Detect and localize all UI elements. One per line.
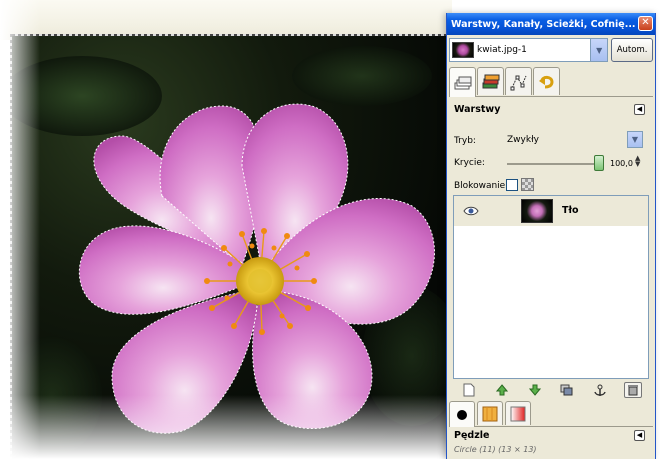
pattern-tab-icon[interactable] [477,401,503,425]
opacity-slider-track[interactable] [507,163,599,165]
brushes-panel: Pędzle ◀ Circle (11) (13 × 13) [449,427,653,459]
image-canvas[interactable] [0,0,452,459]
chevron-down-icon[interactable]: ▼ [627,131,643,148]
layers-tab-icon[interactable] [449,67,476,97]
panel-menu-icon[interactable]: ◀ [634,104,645,115]
lock-label: Blokowanie: [454,181,509,191]
duplicate-layer-icon[interactable] [558,382,576,398]
dock-title: Warstwy, Kanały, Ścieżki, Cofnię... [451,18,635,30]
brush-tab-icon[interactable] [449,401,475,427]
auto-button[interactable]: Autom. [611,38,653,62]
spin-arrows-icon[interactable]: ▲ ▼ [635,155,640,168]
image-selector-row: kwiat.jpg-1 ▼ Autom. [449,37,653,63]
layer-name[interactable]: Tło [562,205,579,216]
opacity-slider-thumb[interactable] [594,155,604,171]
brush-info: Circle (11) (13 × 13) [454,445,537,454]
new-layer-icon[interactable] [460,382,478,398]
lower-layer-icon[interactable] [526,382,544,398]
gradient-tab-icon[interactable] [505,401,531,425]
undo-tab-icon[interactable] [533,67,560,95]
paths-tab-icon[interactable] [505,67,532,95]
raise-layer-icon[interactable] [493,382,511,398]
brushes-panel-title: Pędzle [454,430,490,441]
layer-thumbnail [521,199,553,223]
layers-dock-window: Warstwy, Kanały, Ścieżki, Cofnię... ✕ kw… [446,13,656,459]
layers-panel: Warstwy ◀ Tryb: Zwykły ▼ Krycie: 100,0 ▲… [449,99,653,399]
canvas-left-fade [0,0,40,459]
opacity-label: Krycie: [454,158,485,168]
brush-tabs [449,401,653,427]
dock-tabs [449,67,653,97]
anchor-layer-icon[interactable] [591,382,609,398]
panel-menu-icon[interactable]: ◀ [634,430,645,441]
opacity-value[interactable]: 100,0 [610,159,633,168]
lock-alpha-icon[interactable] [521,178,534,191]
chevron-down-icon[interactable]: ▼ [590,39,608,61]
layer-row[interactable]: Tło [454,196,648,226]
close-icon[interactable]: ✕ [638,16,653,31]
delete-layer-icon[interactable] [623,382,642,398]
image-selector-value: kwiat.jpg-1 [477,45,527,55]
dock-titlebar[interactable]: Warstwy, Kanały, Ścieżki, Cofnię... ✕ [447,13,655,35]
channels-tab-icon[interactable] [477,67,504,95]
eye-icon[interactable] [463,205,479,217]
layers-list[interactable]: Tło [453,195,649,379]
mode-label: Tryb: [454,136,476,146]
lock-pixels-checkbox[interactable] [506,179,518,191]
image-thumbnail [452,42,474,58]
mode-value: Zwykły [507,135,539,145]
layers-panel-title: Warstwy [454,104,501,115]
mode-select[interactable]: Zwykły ▼ [507,131,643,149]
image-selector[interactable]: kwiat.jpg-1 ▼ [449,38,609,62]
layer-toolbar [453,381,649,399]
canvas-bottom-fade [0,395,452,459]
